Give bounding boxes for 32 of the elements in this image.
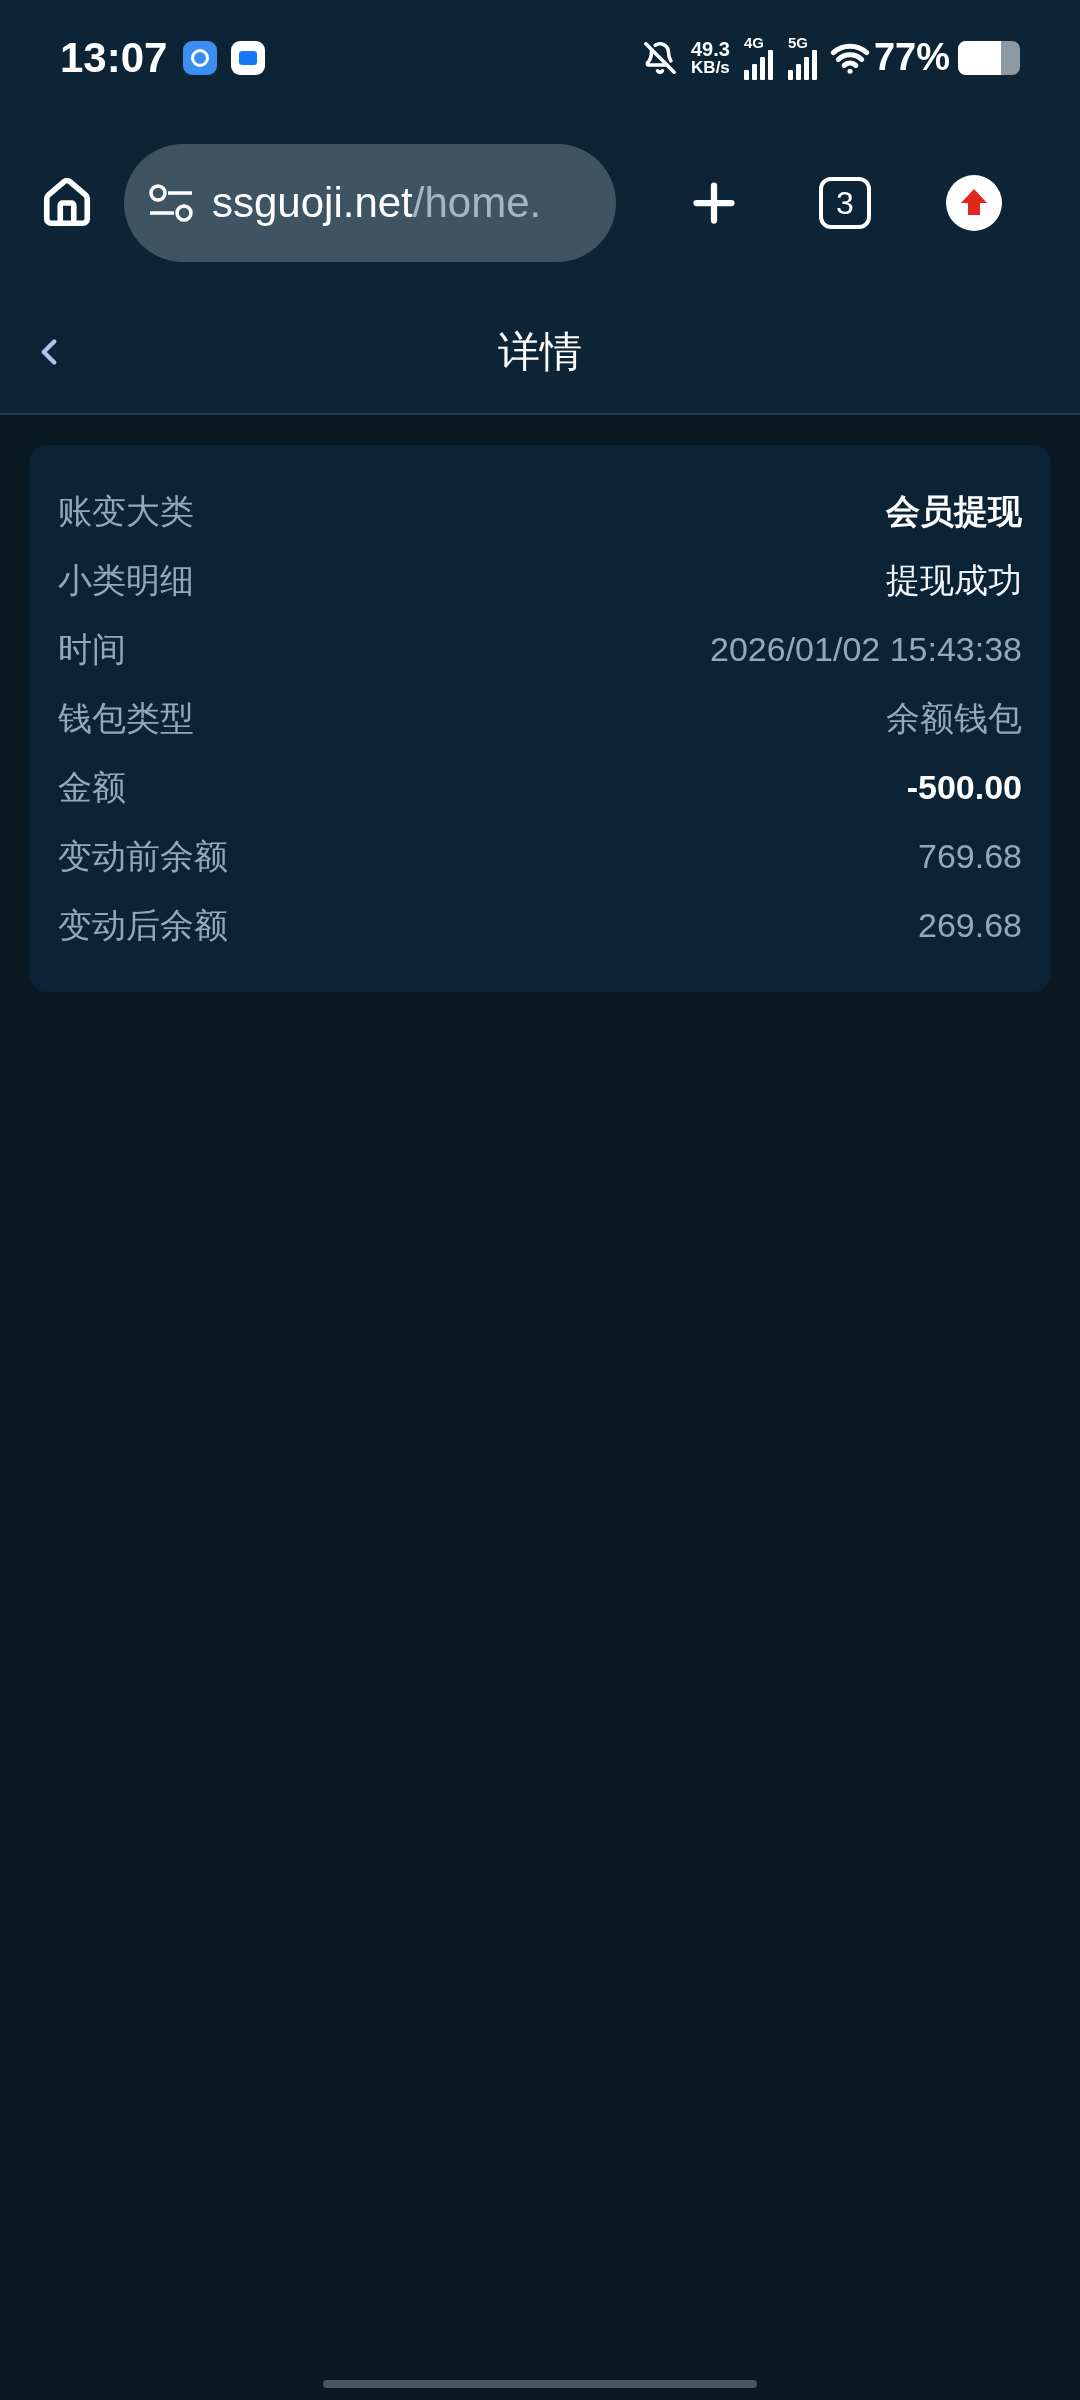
detail-value: 2026/01/02 15:43:38 bbox=[710, 629, 1022, 670]
battery-icon bbox=[958, 40, 1020, 75]
detail-label: 小类明细 bbox=[58, 560, 194, 601]
detail-label: 变动后余额 bbox=[58, 905, 228, 946]
detail-value: 269.68 bbox=[918, 905, 1022, 946]
signal-icon bbox=[743, 50, 774, 80]
address-bar[interactable]: ssguoji.net/home. bbox=[124, 143, 616, 262]
tab-count-button[interactable]: 3 bbox=[819, 176, 871, 229]
detail-label: 金额 bbox=[58, 767, 126, 808]
detail-label: 时间 bbox=[58, 629, 126, 670]
bell-off-icon bbox=[643, 40, 677, 75]
speed-unit: KB/s bbox=[691, 59, 730, 76]
detail-label: 变动前余额 bbox=[58, 836, 228, 877]
detail-label: 钱包类型 bbox=[58, 698, 194, 739]
status-time: 13:07 bbox=[60, 33, 168, 83]
detail-value: 769.68 bbox=[918, 836, 1022, 877]
network-speed: 49.3 bbox=[691, 39, 730, 59]
app-icon bbox=[183, 40, 218, 75]
network-type: 4G bbox=[743, 35, 764, 50]
detail-value: 提现成功 bbox=[886, 560, 1022, 601]
detail-value: -500.00 bbox=[906, 767, 1022, 808]
url-text: ssguoji.net/home. bbox=[212, 181, 542, 224]
chat-app-icon bbox=[231, 40, 266, 75]
detail-value: 会员提现 bbox=[886, 491, 1022, 532]
detail-label: 账变大类 bbox=[58, 491, 194, 532]
page-title: 详情 bbox=[498, 327, 582, 377]
detail-value: 余额钱包 bbox=[886, 698, 1022, 739]
signal-icon bbox=[787, 50, 818, 80]
battery-level: 77% bbox=[873, 35, 950, 80]
network-type: 5G bbox=[787, 35, 808, 50]
update-icon[interactable] bbox=[946, 174, 1003, 231]
site-settings-icon[interactable] bbox=[148, 182, 194, 223]
